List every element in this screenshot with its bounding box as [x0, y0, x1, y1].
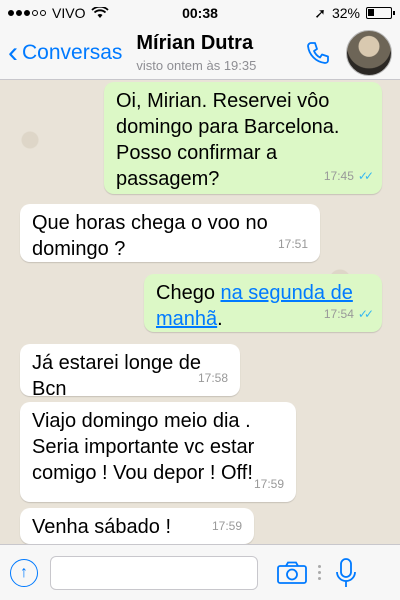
- input-bar: ↑: [0, 544, 400, 600]
- double-check-icon: ✓✓: [357, 307, 374, 321]
- message-time: 17:58: [197, 371, 228, 385]
- message-meta: 17:59: [212, 513, 242, 539]
- chat-area[interactable]: Oi, Mirian. Reservei vôo domingo para Ba…: [0, 80, 400, 544]
- message-meta: 17:58: [198, 365, 228, 391]
- battery-percent: 32%: [331, 5, 360, 21]
- message-text: Que horas chega o voo no domingo ?: [32, 212, 268, 260]
- chat-header: ‹ Conversas Mírian Dutra visto ontem às …: [0, 26, 400, 80]
- chevron-left-icon: ‹: [8, 35, 18, 69]
- battery-icon: [366, 7, 395, 19]
- contact-info[interactable]: Mírian Dutra visto ontem às 19:35: [136, 32, 304, 73]
- last-seen-status: visto ontem às 19:35: [136, 58, 257, 73]
- message-bubble-in[interactable]: Venha sábado ! 17:59: [20, 508, 254, 544]
- message-text: Oi, Mirian. Reservei vôo domingo para Ba…: [116, 90, 340, 190]
- location-arrow-icon: ➚: [314, 4, 326, 21]
- back-label: Conversas: [22, 40, 123, 64]
- message-time: 17:59: [253, 477, 284, 491]
- camera-icon[interactable]: [276, 561, 308, 585]
- message-time: 17:45: [323, 169, 354, 183]
- message-input[interactable]: [50, 555, 258, 590]
- signal-strength-icon: [8, 10, 46, 16]
- separator-dots: [318, 565, 321, 580]
- wifi-icon: [91, 7, 110, 18]
- status-left: VIVO: [8, 5, 314, 21]
- message-meta: 17:45 ✓✓: [323, 163, 374, 189]
- message-meta: 17:54 ✓✓: [323, 301, 374, 327]
- message-bubble-in[interactable]: Viajo domingo meio dia . Seria important…: [20, 402, 296, 502]
- message-text: Já estarei longe de Bcn: [32, 352, 202, 400]
- message-bubble-out[interactable]: Chego na segunda de manhã. 17:54 ✓✓: [144, 274, 382, 332]
- message-bubble-out[interactable]: Oi, Mirian. Reservei vôo domingo para Ba…: [104, 82, 382, 194]
- status-right: ➚ 32%: [314, 4, 395, 22]
- message-time: 17:51: [277, 237, 308, 251]
- back-button[interactable]: ‹ Conversas: [0, 35, 123, 69]
- carrier-label: VIVO: [52, 5, 86, 21]
- message-bubble-in[interactable]: Que horas chega o voo no domingo ? 17:51: [20, 204, 320, 262]
- message-bubble-in[interactable]: Já estarei longe de Bcn 17:58: [20, 344, 240, 400]
- arrow-up-icon[interactable]: ↑: [10, 558, 38, 587]
- message-text: Viajo domingo meio dia . Seria important…: [32, 410, 255, 484]
- message-meta: 17:51: [278, 231, 308, 257]
- message-time: 17:59: [211, 519, 242, 533]
- message-time: 17:54: [323, 307, 354, 321]
- phone-icon[interactable]: [304, 39, 332, 67]
- message-text: Chego: [156, 282, 221, 304]
- microphone-icon[interactable]: [335, 557, 357, 588]
- double-check-icon: ✓✓: [357, 169, 374, 183]
- message-meta: 17:59: [254, 471, 284, 497]
- status-bar: VIVO 00:38 ➚ 32%: [0, 0, 400, 26]
- contact-name: Mírian Dutra: [136, 32, 254, 54]
- avatar[interactable]: [346, 29, 392, 76]
- message-text-end: .: [217, 308, 223, 330]
- message-text: Venha sábado !: [32, 516, 172, 538]
